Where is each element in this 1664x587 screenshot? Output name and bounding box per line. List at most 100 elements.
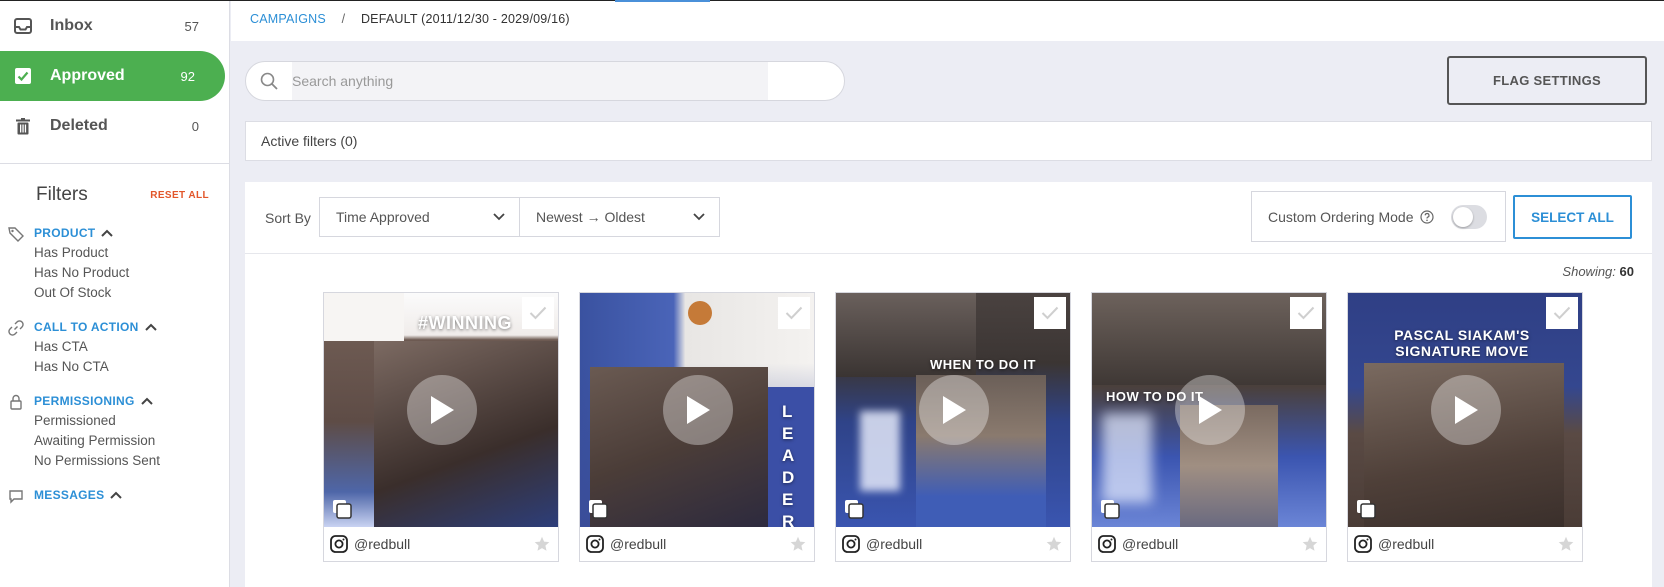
select-checkbox[interactable]	[1034, 297, 1066, 329]
sort-by-label: Sort By	[265, 210, 311, 226]
card-handle[interactable]: @redbull	[1122, 536, 1178, 552]
multiple-media-icon	[845, 500, 864, 519]
star-icon[interactable]	[1302, 536, 1318, 552]
nav-approved-count: 92	[180, 68, 195, 84]
showing-number: 60	[1619, 264, 1634, 279]
instagram-icon	[842, 535, 860, 553]
nav-approved[interactable]: Approved 92	[0, 51, 225, 101]
check-icon	[1297, 306, 1315, 320]
trash-icon	[14, 117, 32, 135]
toggle-knob	[1453, 207, 1473, 227]
sort-order-select[interactable]: Newest → Oldest	[519, 197, 720, 237]
media-card[interactable]: WHEN TO DO IT @redbull	[835, 292, 1071, 562]
sort-field-select[interactable]: Time Approved	[319, 197, 520, 237]
star-icon[interactable]	[534, 536, 550, 552]
help-icon[interactable]	[1419, 209, 1434, 224]
filter-item-awaiting-permission[interactable]: Awaiting Permission	[34, 433, 229, 448]
media-thumbnail[interactable]: PASCAL SIAKAM'S SIGNATURE MOVE	[1348, 293, 1582, 527]
star-icon[interactable]	[1558, 536, 1574, 552]
play-button[interactable]	[1431, 375, 1501, 445]
play-button[interactable]	[663, 375, 733, 445]
check-icon	[785, 306, 803, 320]
play-icon	[1199, 396, 1222, 424]
filter-group-title: MESSAGES	[34, 488, 105, 502]
filter-group-messages-toggle[interactable]: MESSAGES	[34, 488, 229, 502]
media-thumbnail[interactable]: #WINNING	[324, 293, 558, 527]
custom-ordering-toggle[interactable]	[1451, 205, 1487, 229]
filter-item-out-of-stock[interactable]: Out Of Stock	[34, 285, 229, 300]
filter-group-title: PERMISSIONING	[34, 394, 135, 408]
play-icon	[1455, 396, 1478, 424]
filter-group-messages: MESSAGES	[0, 488, 229, 504]
filter-item-has-cta[interactable]: Has CTA	[34, 339, 229, 354]
search-input[interactable]	[292, 62, 768, 100]
play-button[interactable]	[407, 375, 477, 445]
sort-field-value: Time Approved	[336, 209, 430, 225]
nav-deleted[interactable]: Deleted 0	[0, 101, 229, 151]
active-filters-label: Active filters (0)	[261, 133, 358, 149]
chevron-down-icon	[493, 213, 505, 221]
filter-group-product-toggle[interactable]: PRODUCT	[34, 226, 229, 240]
breadcrumb-campaigns-link[interactable]: CAMPAIGNS	[250, 12, 326, 26]
filter-item-has-no-product[interactable]: Has No Product	[34, 265, 229, 280]
card-footer: @redbull	[836, 527, 1070, 561]
filter-item-permissioned[interactable]: Permissioned	[34, 413, 229, 428]
nav-deleted-count: 0	[191, 118, 199, 134]
select-all-button[interactable]: SELECT ALL	[1513, 195, 1632, 239]
filter-group-cta-toggle[interactable]: CALL TO ACTION	[34, 320, 229, 334]
media-thumbnail[interactable]: LEADER	[580, 293, 814, 527]
media-card[interactable]: HOW TO DO IT @redbull	[1091, 292, 1327, 562]
filter-item-has-product[interactable]: Has Product	[34, 245, 229, 260]
multiple-media-icon	[333, 500, 352, 519]
select-checkbox[interactable]	[778, 297, 810, 329]
media-card[interactable]: LEADER @redbull	[579, 292, 815, 562]
media-thumbnail[interactable]: HOW TO DO IT	[1092, 293, 1326, 527]
chevron-up-icon	[144, 323, 157, 331]
overlay-text: WHEN TO DO IT	[930, 357, 1036, 372]
chevron-up-icon	[140, 397, 153, 405]
media-card[interactable]: PASCAL SIAKAM'S SIGNATURE MOVE @redbull	[1347, 292, 1583, 562]
flag-settings-button[interactable]: FLAG SETTINGS	[1447, 56, 1647, 105]
card-handle[interactable]: @redbull	[866, 536, 922, 552]
media-card[interactable]: #WINNING @redbull	[323, 292, 559, 562]
filter-item-has-no-cta[interactable]: Has No CTA	[34, 359, 229, 374]
filter-group-title: CALL TO ACTION	[34, 320, 139, 334]
content-panel: Sort By Time Approved Newest → Oldest Cu…	[245, 182, 1652, 587]
showing-label: Showing:	[1562, 264, 1616, 279]
card-handle[interactable]: @redbull	[354, 536, 410, 552]
check-icon	[529, 306, 547, 320]
play-icon	[431, 396, 454, 424]
select-checkbox[interactable]	[1546, 297, 1578, 329]
card-handle[interactable]: @redbull	[1378, 536, 1434, 552]
star-icon[interactable]	[790, 536, 806, 552]
filter-item-no-permissions-sent[interactable]: No Permissions Sent	[34, 453, 229, 468]
star-icon[interactable]	[1046, 536, 1062, 552]
link-icon	[8, 320, 24, 336]
select-checkbox[interactable]	[522, 297, 554, 329]
check-icon	[1041, 306, 1059, 320]
play-icon	[687, 396, 710, 424]
play-button[interactable]	[1175, 375, 1245, 445]
active-filters-bar[interactable]: Active filters (0)	[245, 121, 1652, 161]
play-icon	[943, 396, 966, 424]
filter-group-title: PRODUCT	[34, 226, 96, 240]
card-footer: @redbull	[580, 527, 814, 561]
select-checkbox[interactable]	[1290, 297, 1322, 329]
card-footer: @redbull	[324, 527, 558, 561]
overlay-text: PASCAL SIAKAM'S SIGNATURE MOVE	[1394, 327, 1530, 359]
showing-count: Showing: 60	[1562, 264, 1634, 279]
filter-group-permissioning-toggle[interactable]: PERMISSIONING	[34, 394, 229, 408]
inbox-icon	[14, 17, 32, 35]
card-handle[interactable]: @redbull	[610, 536, 666, 552]
search-icon	[260, 72, 278, 90]
sort-toolbar: Sort By Time Approved Newest → Oldest Cu…	[245, 182, 1652, 254]
media-thumbnail[interactable]: WHEN TO DO IT	[836, 293, 1070, 527]
instagram-icon	[1354, 535, 1372, 553]
reset-all-button[interactable]: RESET ALL	[150, 190, 209, 201]
play-button[interactable]	[919, 375, 989, 445]
custom-ordering-label: Custom Ordering Mode	[1268, 208, 1414, 225]
filters-title: Filters	[36, 184, 88, 205]
nav-inbox[interactable]: Inbox 57	[0, 1, 229, 51]
instagram-icon	[1098, 535, 1116, 553]
card-footer: @redbull	[1348, 527, 1582, 561]
